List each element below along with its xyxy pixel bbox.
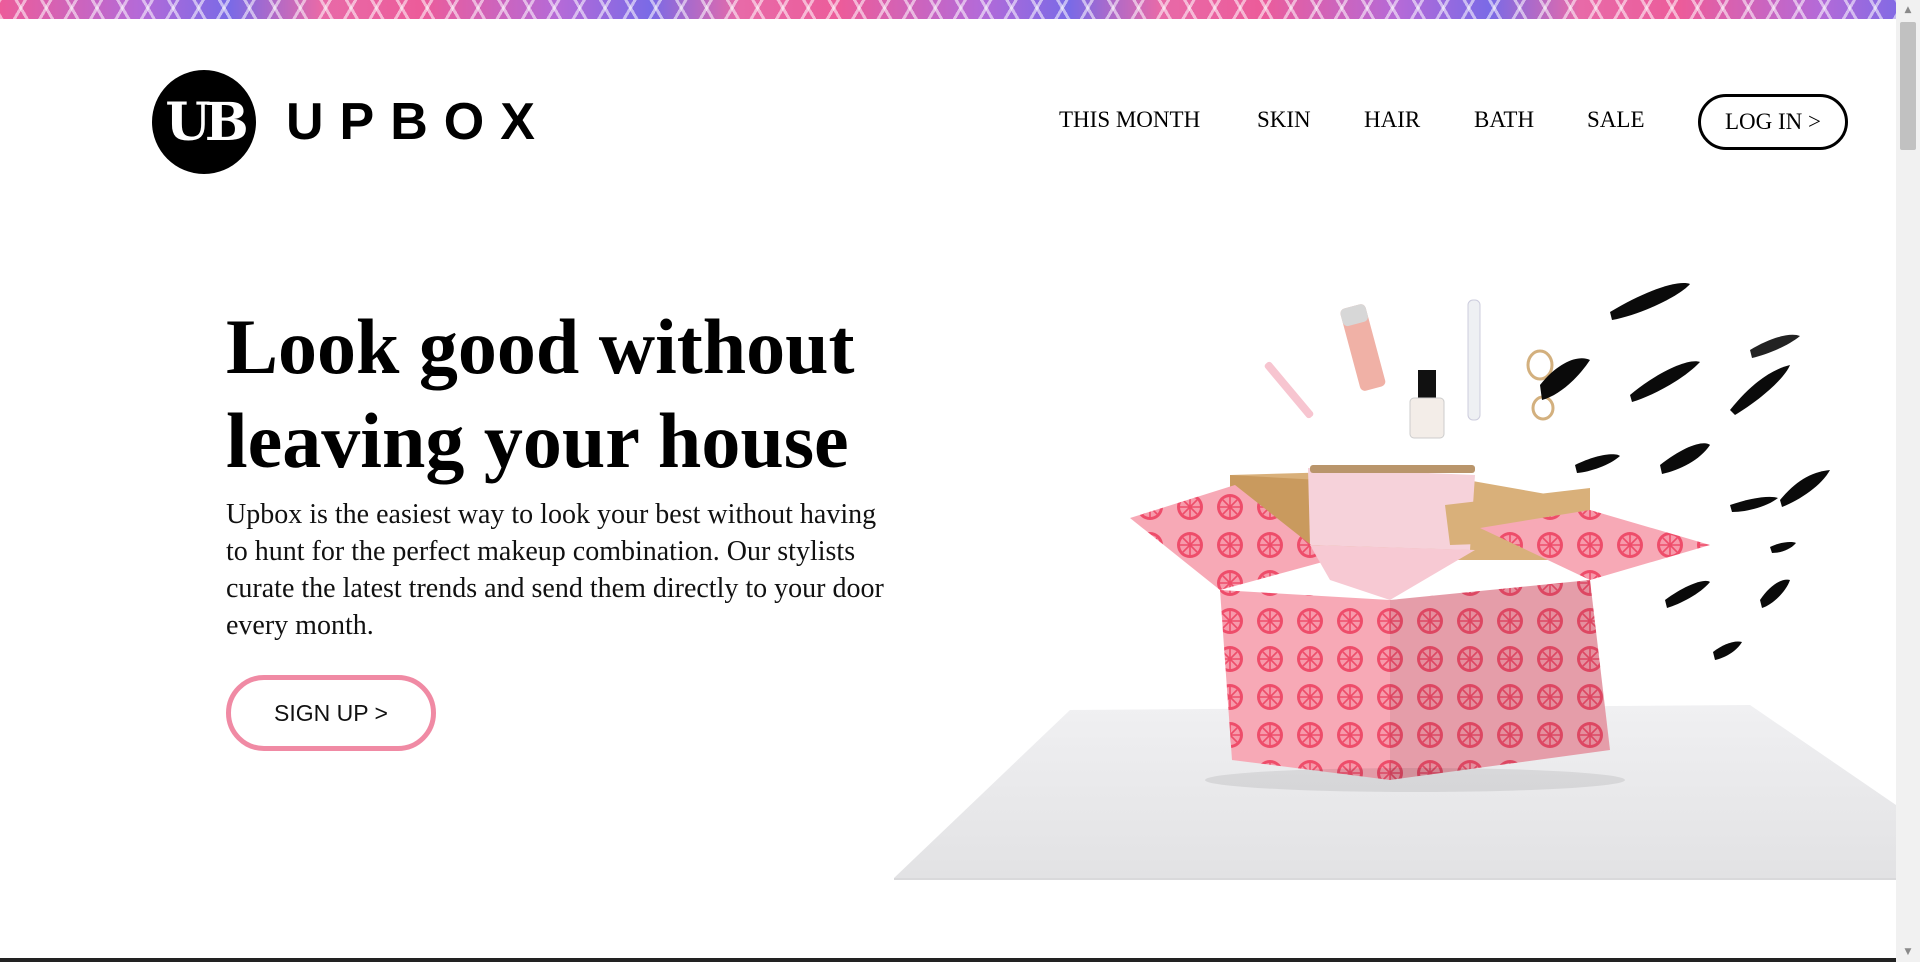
scrollbar-thumb[interactable] — [1900, 22, 1916, 150]
nav-this-month[interactable]: THIS MONTH — [1059, 107, 1200, 133]
bottom-edge-divider — [0, 958, 1896, 962]
nav-bath[interactable]: BATH — [1474, 107, 1534, 133]
floating-tweezers — [1264, 361, 1314, 419]
nav-sale[interactable]: SALE — [1587, 107, 1645, 133]
hero-image-makeup-box — [890, 260, 1896, 880]
page-scrollbar[interactable]: ▲ ▼ — [1896, 0, 1920, 962]
chevron-up-icon[interactable]: ▲ — [1896, 0, 1920, 20]
floating-perfume-roller — [1467, 299, 1481, 421]
signup-button[interactable]: SIGN UP > — [226, 675, 436, 751]
main-nav: THIS MONTH SKIN HAIR BATH SALE LOG IN > — [0, 94, 1896, 154]
nav-hair[interactable]: HAIR — [1364, 107, 1420, 133]
hero-description: Upbox is the easiest way to look your be… — [226, 499, 884, 641]
hero-title-line-2: leaving your house — [226, 397, 849, 484]
chevron-down-icon[interactable]: ▼ — [1896, 942, 1920, 962]
decorative-top-border — [0, 0, 1896, 19]
floating-lip-gloss — [1340, 304, 1386, 391]
login-button[interactable]: LOG IN > — [1698, 94, 1848, 150]
hero-title: Look good without leaving your house — [226, 300, 926, 488]
floating-nail-polish — [1409, 370, 1445, 439]
nav-skin[interactable]: SKIN — [1257, 107, 1311, 133]
hero-title-line-1: Look good without — [226, 303, 855, 390]
